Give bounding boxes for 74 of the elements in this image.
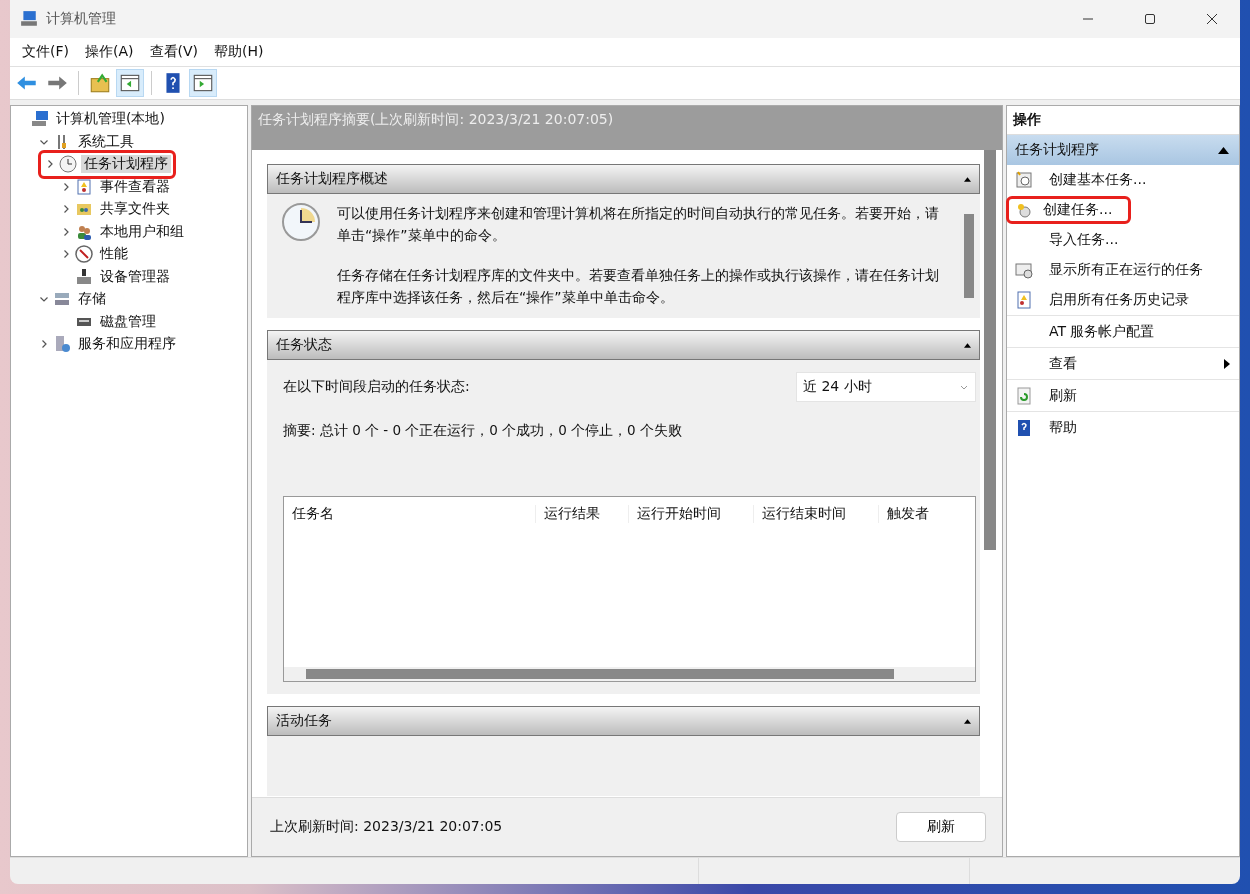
description-text: 任务存储在任务计划程序库的文件夹中。若要查看单独任务上的操作或执行该操作，请在任务计划程序库中选择该任务，然后在“操作”菜单中单击命令。 [337, 266, 940, 307]
chevron-icon[interactable] [61, 204, 71, 215]
clock-icon [281, 202, 321, 242]
submenu-arrow-icon [1223, 357, 1231, 370]
chevron-icon[interactable] [61, 249, 71, 260]
actions-group-header[interactable]: 任务计划程序 [1007, 135, 1239, 165]
collapse-icon[interactable] [964, 342, 971, 348]
action-item[interactable]: AT 服务帐户配置 [1043, 320, 1161, 343]
description-text: 可以使用任务计划程序来创建和管理计算机将在所指定的时间自动执行的常见任务。若要开始，请单击“操作”菜单中的命令。 [337, 204, 940, 245]
gauge-icon [75, 245, 93, 264]
menu-item[interactable]: 帮助(H) [208, 43, 274, 61]
pane-header: 任务计划程序摘要(上次刷新时间: 2023/3/21 20:07:05) [252, 106, 1002, 150]
section-header[interactable]: 活动任务 [267, 706, 980, 736]
action-item[interactable]: 创建基本任务... [1043, 169, 1153, 191]
chevron-icon[interactable] [39, 339, 49, 350]
help-icon [1015, 418, 1033, 437]
tree-item[interactable]: 任务计划程序 [81, 155, 171, 174]
chevron-icon[interactable] [61, 181, 71, 192]
collapse-icon[interactable] [964, 176, 971, 182]
tree-item[interactable]: 共享文件夹 [97, 200, 173, 219]
clock-icon [59, 155, 77, 174]
period-dropdown[interactable]: 近 24 小时 [796, 372, 976, 402]
period-label: 在以下时间段启动的任务状态: [283, 378, 470, 396]
menu-item[interactable]: 文件(F) [16, 43, 79, 61]
action-item[interactable]: 刷新 [1043, 384, 1083, 407]
refresh-button[interactable]: 刷新 [896, 812, 986, 842]
window-title: 计算机管理 [46, 10, 116, 28]
column-header[interactable]: 任务名 [284, 505, 536, 523]
scrollbar-thumb[interactable] [964, 214, 974, 298]
list-icon [1015, 261, 1033, 279]
refresh-icon [1015, 386, 1033, 405]
action-item[interactable]: 帮助 [1043, 416, 1083, 439]
device-icon [75, 267, 93, 286]
column-header[interactable]: 运行结果 [536, 505, 629, 523]
close-icon[interactable] [1206, 13, 1218, 25]
tree-item[interactable]: 事件查看器 [97, 177, 173, 196]
tree-item[interactable]: 设备管理器 [97, 267, 173, 286]
scrollbar-thumb[interactable] [306, 669, 894, 679]
column-header[interactable]: 运行开始时间 [629, 505, 754, 523]
maximize-icon[interactable] [1144, 13, 1156, 25]
column-header[interactable]: 运行结束时间 [754, 505, 879, 523]
computer-icon [20, 10, 38, 28]
tree-item[interactable]: 计算机管理(本地) [53, 110, 168, 129]
computer-icon [31, 110, 49, 129]
menu-item[interactable]: 操作(A) [79, 43, 144, 61]
tree-item[interactable]: 磁盘管理 [97, 312, 159, 331]
tree-item[interactable]: 性能 [97, 245, 131, 264]
section-header[interactable]: 任务计划程序概述 [267, 164, 980, 194]
section-header[interactable]: 任务状态 [267, 330, 980, 360]
summary-text: 摘要: 总计 0 个 - 0 个正在运行，0 个成功，0 个停止，0 个失败 [283, 422, 683, 440]
collapse-icon[interactable] [1218, 146, 1229, 154]
tree-item[interactable]: 本地用户和组 [97, 222, 187, 241]
action-item[interactable]: 启用所有任务历史记录 [1043, 289, 1195, 311]
tree-item[interactable]: 系统工具 [75, 132, 137, 151]
clock-icon [1015, 201, 1033, 219]
log-icon [75, 177, 93, 196]
menu-item[interactable]: 查看(V) [143, 43, 208, 61]
action-item[interactable]: 显示所有正在运行的任务 [1043, 259, 1209, 281]
chevron-icon[interactable] [61, 226, 71, 237]
tree-item[interactable]: 存储 [75, 290, 109, 309]
tree-item[interactable]: 服务和应用程序 [75, 335, 179, 354]
action-item[interactable]: 创建任务... [1009, 199, 1129, 221]
log-icon [1015, 291, 1033, 309]
services-icon [53, 335, 71, 354]
scrollbar-thumb[interactable] [984, 150, 996, 550]
panel-icon[interactable] [190, 70, 216, 96]
panel-icon[interactable] [117, 70, 143, 96]
last-refresh-text: 上次刷新时间: 2023/3/21 20:07:05 [270, 818, 503, 836]
column-header[interactable]: 触发者 [879, 505, 975, 523]
collapse-icon[interactable] [964, 718, 971, 724]
action-item[interactable]: 导入任务... [1043, 229, 1125, 251]
submenu-item[interactable]: 查看 [1043, 352, 1083, 375]
chevron-icon[interactable] [45, 159, 55, 170]
calendar-icon [1015, 171, 1033, 189]
